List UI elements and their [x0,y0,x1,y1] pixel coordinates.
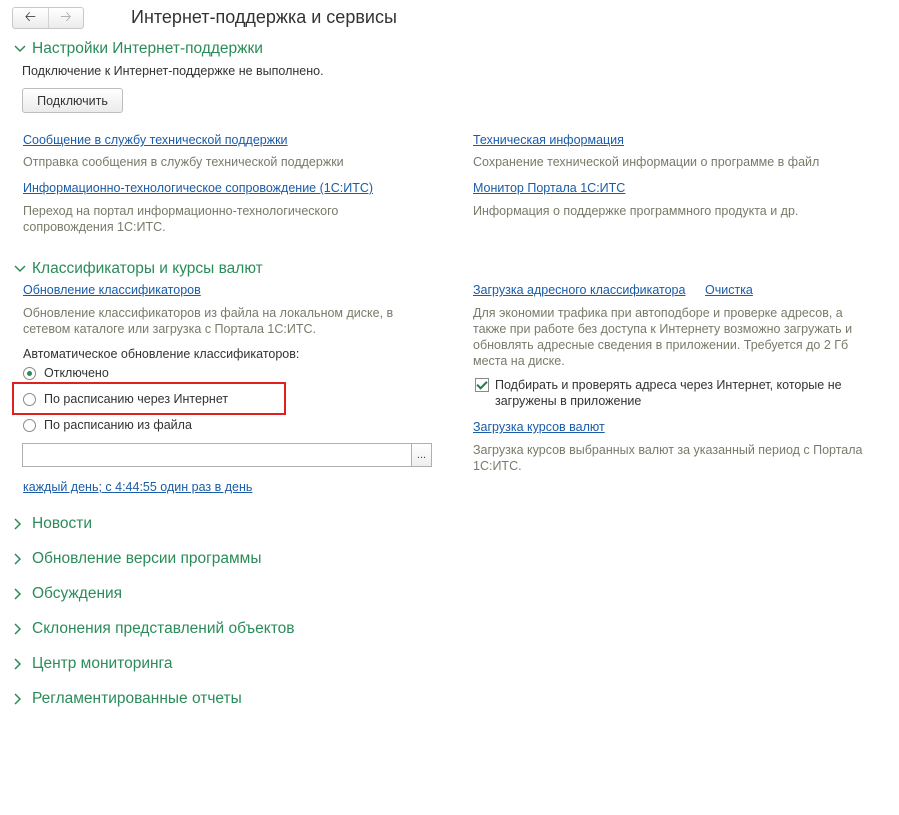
tech-info-link[interactable]: Техническая информация [473,133,624,147]
address-check-label: Подбирать и проверять адреса через Интер… [495,378,842,408]
section-settings-title: Настройки Интернет-поддержки [32,40,263,57]
classifier-update-desc: Обновление классификаторов из файла на л… [23,306,394,336]
support-message-link[interactable]: Сообщение в службу технической поддержки [23,133,288,147]
radio-label: Отключено [44,366,109,380]
section-title: Регламентированные отчеты [32,690,242,707]
section-title: Склонения представлений объектов [32,620,295,637]
its-link[interactable]: Информационно-технологическое сопровожде… [23,181,373,195]
tech-info-desc: Сохранение технической информации о прог… [473,155,820,169]
section-monitoring-center[interactable]: Центр мониторинга [14,655,172,673]
schedule-link[interactable]: каждый день; с 4:44:55 один раз в день [23,480,252,494]
section-regulated-reports[interactable]: Регламентированные отчеты [14,690,242,708]
back-button[interactable]: 🡠 [13,8,48,28]
chevron-right-icon [14,588,32,600]
address-check-option[interactable]: Подбирать и проверять адреса через Интер… [475,377,875,409]
page-title: Интернет-поддержка и сервисы [131,7,397,27]
portal-monitor-desc: Информация о поддержке программного прод… [473,204,799,218]
connection-status: Подключение к Интернет-поддержке не выпо… [22,64,324,78]
section-news[interactable]: Новости [14,515,92,533]
navigation-buttons: 🡠 🡢 [12,7,84,29]
clear-link[interactable]: Очистка [705,283,753,297]
radio-file-schedule[interactable]: По расписанию из файла [23,418,192,432]
forward-button[interactable]: 🡢 [47,8,84,28]
highlight-box [12,382,286,415]
section-title: Центр мониторинга [32,655,173,672]
currency-rates-desc: Загрузка курсов выбранных валют за указа… [473,443,863,473]
section-title: Новости [32,515,93,532]
section-title: Обсуждения [32,585,123,602]
section-title: Обновление версии программы [32,550,262,567]
auto-update-label: Автоматическое обновление классификаторо… [23,347,300,361]
chevron-right-icon [14,693,32,705]
support-message-desc: Отправка сообщения в службу технической … [23,155,344,169]
radio-button-icon [23,418,36,432]
connect-button[interactable]: Подключить [22,88,123,113]
chevron-down-icon [14,45,32,53]
chevron-right-icon [14,623,32,635]
chevron-right-icon [14,553,32,565]
portal-monitor-link[interactable]: Монитор Портала 1С:ИТС [473,181,625,195]
section-discussions[interactable]: Обсуждения [14,585,122,603]
section-classifiers-title: Классификаторы и курсы валют [32,260,263,277]
chevron-right-icon [14,518,32,530]
chevron-right-icon [14,658,32,670]
its-desc: Переход на портал информационно-технолог… [23,204,339,234]
radio-disabled[interactable]: Отключено [23,366,109,380]
classifier-update-link[interactable]: Обновление классификаторов [23,283,201,297]
currency-rates-link[interactable]: Загрузка курсов валют [473,420,605,434]
browse-button[interactable]: ... [411,443,432,467]
address-classifier-link[interactable]: Загрузка адресного классификатора [473,283,685,297]
section-program-update[interactable]: Обновление версии программы [14,550,261,568]
checkbox-icon [475,378,489,392]
file-path-input[interactable] [22,443,412,467]
section-settings-header[interactable]: Настройки Интернет-поддержки [14,40,263,58]
arrow-right-icon: 🡢 [60,8,72,24]
section-declensions[interactable]: Склонения представлений объектов [14,620,294,638]
address-classifier-desc: Для экономии трафика при автоподборе и п… [473,306,853,368]
chevron-down-icon [14,265,32,273]
radio-button-icon [23,366,36,380]
section-classifiers-header[interactable]: Классификаторы и курсы валют [14,260,263,278]
arrow-left-icon: 🡠 [24,8,36,24]
radio-label: По расписанию из файла [44,418,192,432]
